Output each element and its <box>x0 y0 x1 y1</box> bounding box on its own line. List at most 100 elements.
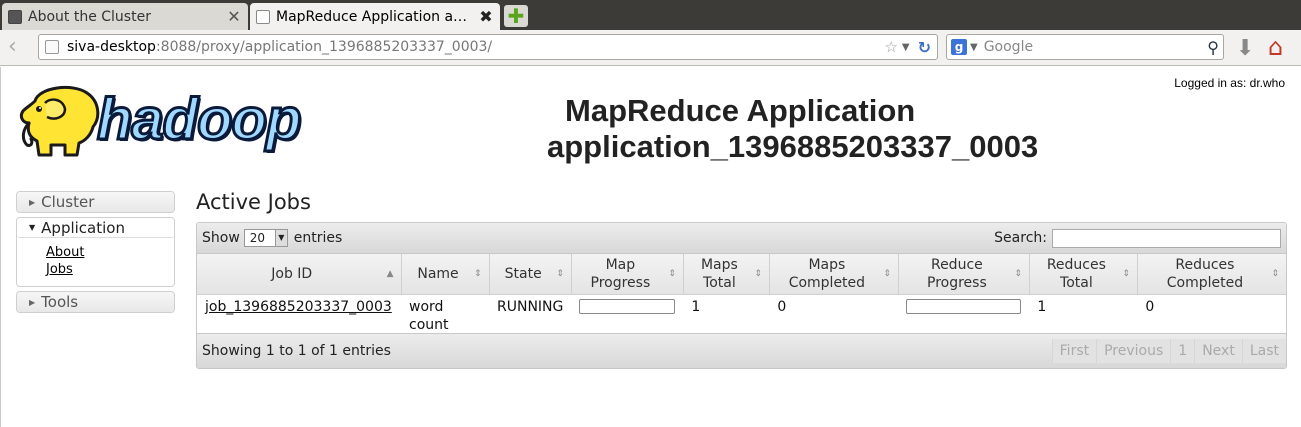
sort-icon: ⇕ <box>1014 268 1022 279</box>
table-row: job_1396885203337_0003 word count RUNNIN… <box>197 294 1286 337</box>
nav-section-application: ▼ Application About Jobs <box>16 217 175 287</box>
column-header-map-progress[interactable]: Map Progress ⇕ <box>571 254 684 295</box>
google-search-engine-icon[interactable]: g <box>951 39 967 55</box>
tab-close-icon[interactable]: ✖ <box>478 7 494 26</box>
column-label: Reduce Progress <box>927 256 987 291</box>
logged-in-user: Logged in as: dr.who <box>1174 76 1285 90</box>
address-bar[interactable]: siva-desktop:8088/proxy/application_1396… <box>38 34 938 60</box>
nav-header-label: Application <box>41 218 125 237</box>
page-length-value: 20 <box>249 231 266 245</box>
home-icon[interactable]: ⌂ <box>1268 33 1283 61</box>
pagination-page-1-button[interactable]: 1 <box>1170 339 1195 363</box>
nav-link-jobs[interactable]: Jobs <box>46 261 174 278</box>
search-engine-dropdown-icon[interactable]: ▼ <box>970 42 978 53</box>
new-tab-button[interactable]: ✚ <box>504 5 528 27</box>
history-dropdown-icon[interactable]: ▼ <box>902 42 910 53</box>
page-title: MapReduce Application application_139688… <box>547 93 1038 165</box>
url-text[interactable]: siva-desktop:8088/proxy/application_1396… <box>67 39 880 55</box>
page-length-select[interactable]: 20 ▼ <box>243 229 288 247</box>
cell-state: RUNNING <box>497 298 564 315</box>
map-progress-bar <box>579 298 676 314</box>
search-label: Search: <box>994 230 1047 246</box>
url-host: siva-desktop <box>67 39 156 55</box>
nav-header-label: Tools <box>41 293 79 311</box>
magnifier-icon[interactable]: ⚲ <box>1207 38 1219 57</box>
nav-header-application[interactable]: ▼ Application <box>17 218 174 238</box>
show-label: Show <box>202 230 240 246</box>
page-favicon-icon <box>8 9 22 24</box>
pagination-previous-button[interactable]: Previous <box>1096 339 1171 363</box>
column-label: Reduces Completed <box>1166 256 1244 291</box>
download-arrow-icon[interactable]: ⬇ <box>1236 36 1254 61</box>
column-header-job-id[interactable]: Job ID ▲ <box>197 254 402 295</box>
side-navigation: ▶ Cluster ▼ Application About Jobs ▶ Too… <box>16 191 175 317</box>
section-title: Active Jobs <box>196 190 311 214</box>
jobs-table: Job ID ▲ Name ⇕ State ⇕ Map Progress ⇕ Maps … <box>197 254 1286 337</box>
entries-label: entries <box>293 230 343 246</box>
tab-title: MapReduce Application ap… <box>276 8 474 25</box>
table-search: Search: <box>994 228 1281 248</box>
pagination: First Previous 1 Next Last <box>1051 334 1286 368</box>
url-path: :8088/proxy/application_1396885203337_00… <box>155 39 493 55</box>
triangle-right-icon: ▶ <box>29 197 36 207</box>
reduce-progress-bar <box>906 298 1022 314</box>
pagination-last-button[interactable]: Last <box>1241 339 1286 363</box>
nav-link-about[interactable]: About <box>46 244 174 261</box>
column-label: State <box>504 265 542 282</box>
column-header-maps-completed[interactable]: Maps Completed ⇕ <box>769 254 899 295</box>
column-header-reduce-progress[interactable]: Reduce Progress ⇕ <box>898 254 1030 295</box>
column-header-name[interactable]: Name ⇕ <box>401 254 490 295</box>
tab-close-icon[interactable]: ✕ <box>226 7 242 26</box>
page-favicon-icon <box>256 9 270 24</box>
pagination-first-button[interactable]: First <box>1051 339 1097 363</box>
elephant-icon <box>19 86 100 157</box>
cell-map-progress <box>571 294 683 337</box>
hadoop-wordmark: hadoop <box>95 87 302 152</box>
column-label: Maps Total <box>700 256 738 291</box>
page-title-line-1: MapReduce Application <box>565 93 916 128</box>
tab-title: About the Cluster <box>28 8 151 25</box>
nav-section-tools: ▶ Tools <box>16 291 175 313</box>
pagination-next-button[interactable]: Next <box>1194 339 1242 363</box>
browser-navigation-bar: ‹ siva-desktop:8088/proxy/application_13… <box>0 30 1301 66</box>
column-header-state[interactable]: State ⇕ <box>489 254 572 295</box>
browser-tab-mapreduce-application[interactable]: MapReduce Application ap… ✖ <box>250 3 500 30</box>
column-label: Reduces Total <box>1046 256 1106 291</box>
site-identity-icon[interactable] <box>45 40 59 54</box>
cell-maps-total: 1 <box>691 298 701 315</box>
browser-search-bar[interactable]: g ▼ Google ⚲ <box>946 34 1224 60</box>
sort-icon: ⇕ <box>883 268 891 279</box>
sort-icon: ⇕ <box>668 268 676 279</box>
column-header-maps-total[interactable]: Maps Total ⇕ <box>683 254 770 295</box>
cell-maps-completed: 0 <box>777 298 787 315</box>
sort-icon: ⇕ <box>473 268 482 279</box>
nav-header-tools[interactable]: ▶ Tools <box>17 292 174 312</box>
nav-header-label: Cluster <box>41 193 95 211</box>
sort-icon: ⇕ <box>1122 268 1130 279</box>
dropdown-arrow-icon: ▼ <box>274 230 287 246</box>
cell-reduce-progress <box>898 294 1029 337</box>
browser-tab-about-cluster[interactable]: About the Cluster ✕ <box>2 3 248 30</box>
sort-icon: ⇕ <box>1271 268 1279 279</box>
table-footer: Showing 1 to 1 of 1 entries First Previo… <box>197 333 1286 368</box>
nav-links-application: About Jobs <box>17 238 174 286</box>
column-label: Map Progress <box>590 256 651 291</box>
plus-icon: ✚ <box>507 4 525 28</box>
back-arrow-icon[interactable]: ‹ <box>8 36 28 58</box>
triangle-down-icon: ▼ <box>29 223 36 232</box>
reload-icon[interactable]: ↻ <box>918 38 931 57</box>
column-header-reduces-total[interactable]: Reduces Total ⇕ <box>1029 254 1138 295</box>
bookmark-star-icon[interactable]: ☆ <box>884 38 897 56</box>
browser-tab-bar: About the Cluster ✕ MapReduce Applicatio… <box>0 0 1301 30</box>
search-input[interactable] <box>1052 228 1281 248</box>
job-id-link[interactable]: job_1396885203337_0003 <box>205 299 392 315</box>
cell-name: word count <box>409 298 449 333</box>
column-header-reduces-completed[interactable]: Reduces Completed ⇕ <box>1137 254 1286 295</box>
column-label: Name <box>417 265 459 282</box>
table-toolbar: Show 20 ▼ entries Search: <box>197 223 1286 254</box>
nav-header-cluster[interactable]: ▶ Cluster <box>17 192 174 212</box>
hadoop-logo[interactable]: hadoop <box>15 81 315 161</box>
column-label: Job ID <box>271 265 313 282</box>
nav-section-cluster: ▶ Cluster <box>16 191 175 213</box>
sort-ascending-icon: ▲ <box>386 268 394 279</box>
